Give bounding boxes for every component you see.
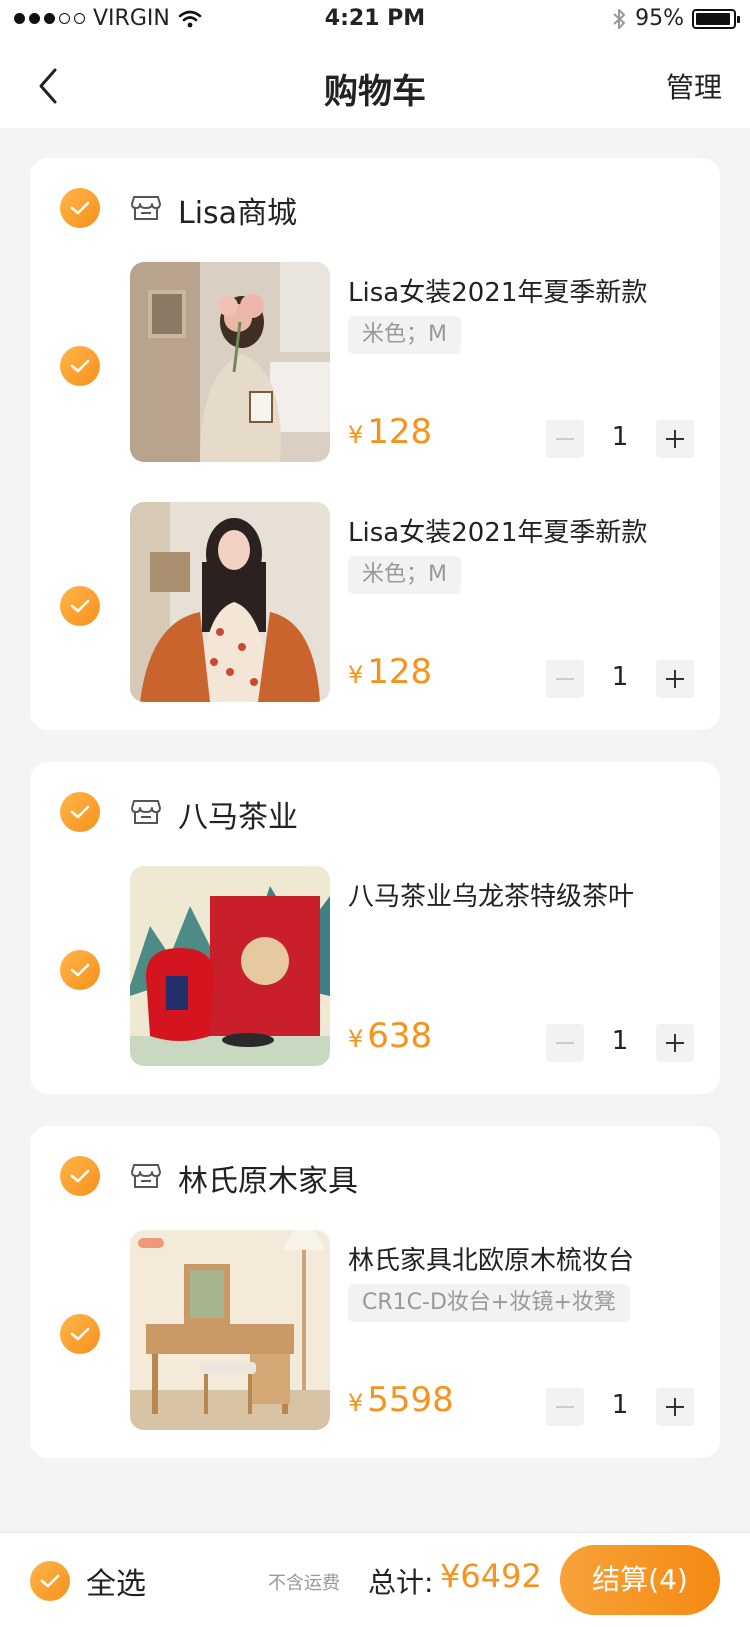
store-name: 八马茶业 (178, 800, 298, 835)
battery-percent: 95% (635, 6, 684, 31)
checkout-bar: 全选 不含运费 总计: ¥6492 结算(4) (0, 1532, 750, 1627)
check-icon (70, 963, 90, 977)
plus-icon (666, 1034, 684, 1052)
quantity-stepper: 1 (546, 420, 694, 458)
product-image[interactable] (130, 1230, 330, 1430)
store-icon (131, 800, 161, 824)
item-price: ¥5598 (348, 1380, 454, 1420)
minus-icon (556, 1406, 574, 1408)
store-name: Lisa商城 (178, 196, 298, 231)
plus-icon (666, 1398, 684, 1416)
item-spec[interactable]: 米色；M (348, 556, 461, 594)
item-checkbox[interactable] (60, 346, 100, 386)
price-value: 638 (367, 1016, 433, 1056)
price-value: 128 (367, 652, 433, 692)
plus-icon (666, 670, 684, 688)
status-bar: VIRGIN 4:21 PM 95% (0, 0, 750, 44)
plus-icon (666, 430, 684, 448)
quantity-value[interactable]: 1 (584, 662, 656, 692)
product-image[interactable] (130, 866, 330, 1066)
currency-symbol: ¥ (348, 1025, 364, 1053)
item-checkbox[interactable] (60, 586, 100, 626)
quantity-stepper: 1 (546, 1024, 694, 1062)
manage-button[interactable]: 管理 (666, 66, 722, 106)
store-icon (131, 196, 161, 220)
item-title: Lisa女装2021年夏季新款 (348, 278, 648, 308)
currency-symbol: ¥ (348, 1389, 364, 1417)
quantity-stepper: 1 (546, 660, 694, 698)
increase-button[interactable] (656, 1388, 694, 1426)
decrease-button[interactable] (546, 1388, 584, 1426)
quantity-value[interactable]: 1 (584, 1026, 656, 1056)
minus-icon (556, 438, 574, 440)
quantity-value[interactable]: 1 (584, 1390, 656, 1420)
total-amount: ¥6492 (440, 1557, 542, 1595)
item-title: 八马茶业乌龙茶特级茶叶 (348, 882, 635, 912)
cart-item: 林氏家具北欧原木梳妆台 CR1C-D妆台+妆镜+妆凳 ¥5598 1 (30, 1230, 720, 1430)
shipping-note: 不含运费 (268, 1573, 340, 1594)
price-value: 5598 (367, 1380, 454, 1420)
cart-item: Lisa女装2021年夏季新款 米色；M ¥128 1 (30, 262, 720, 462)
checkout-button[interactable]: 结算(4) (560, 1545, 720, 1615)
decrease-button[interactable] (546, 420, 584, 458)
currency-symbol: ¥ (348, 421, 364, 449)
item-spec[interactable]: CR1C-D妆台+妆镜+妆凳 (348, 1284, 630, 1322)
bluetooth-icon (613, 8, 626, 29)
select-all-label[interactable]: 全选 (86, 1559, 146, 1603)
currency-symbol: ¥ (348, 661, 364, 689)
item-checkbox[interactable] (60, 1314, 100, 1354)
cart-item: 八马茶业乌龙茶特级茶叶 ¥638 1 (30, 866, 720, 1066)
check-icon (70, 1169, 90, 1183)
cart-item: Lisa女装2021年夏季新款 米色；M ¥128 1 (30, 502, 720, 702)
product-image[interactable] (130, 262, 330, 462)
increase-button[interactable] (656, 420, 694, 458)
total-label: 总计: (368, 1566, 434, 1599)
check-icon (70, 359, 90, 373)
select-all-checkbox[interactable] (30, 1561, 70, 1601)
quantity-stepper: 1 (546, 1388, 694, 1426)
minus-icon (556, 1042, 574, 1044)
increase-button[interactable] (656, 1024, 694, 1062)
item-price: ¥638 (348, 1016, 432, 1056)
item-spec[interactable]: 米色；M (348, 316, 461, 354)
product-image[interactable] (130, 502, 330, 702)
store-checkbox[interactable] (60, 792, 100, 832)
page-title: 购物车 (324, 72, 426, 112)
store-checkbox[interactable] (60, 188, 100, 228)
store-checkbox[interactable] (60, 1156, 100, 1196)
decrease-button[interactable] (546, 1024, 584, 1062)
store-card: 林氏原木家具 林氏家具北欧原木梳妆台 CR1C-D妆台+妆镜+妆凳 ¥ 5598… (30, 1126, 720, 1458)
item-price: ¥128 (348, 412, 432, 452)
nav-bar: 购物车 管理 (0, 44, 750, 128)
store-card: 八马茶业 八马茶业乌龙茶特级茶叶 ¥638 1 (30, 762, 720, 1094)
item-price: ¥128 (348, 652, 432, 692)
store-icon (131, 1164, 161, 1188)
store-name: 林氏原木家具 (178, 1164, 358, 1199)
check-icon (70, 805, 90, 819)
item-checkbox[interactable] (60, 950, 100, 990)
store-header: Lisa商城 (30, 158, 720, 254)
item-title: 林氏家具北欧原木梳妆台 (348, 1246, 635, 1276)
decrease-button[interactable] (546, 660, 584, 698)
item-title: Lisa女装2021年夏季新款 (348, 518, 648, 548)
store-header: 八马茶业 (30, 762, 720, 858)
price-value: 128 (367, 412, 433, 452)
check-icon (70, 1327, 90, 1341)
store-header: 林氏原木家具 (30, 1126, 720, 1222)
store-card: Lisa商城 Lisa女装2021年夏季新款 米色；M ¥128 1 Lisa女… (30, 158, 720, 730)
quantity-value[interactable]: 1 (584, 422, 656, 452)
check-icon (70, 201, 90, 215)
check-icon (40, 1574, 60, 1588)
check-icon (70, 599, 90, 613)
increase-button[interactable] (656, 660, 694, 698)
minus-icon (556, 678, 574, 680)
battery-icon (692, 8, 740, 29)
